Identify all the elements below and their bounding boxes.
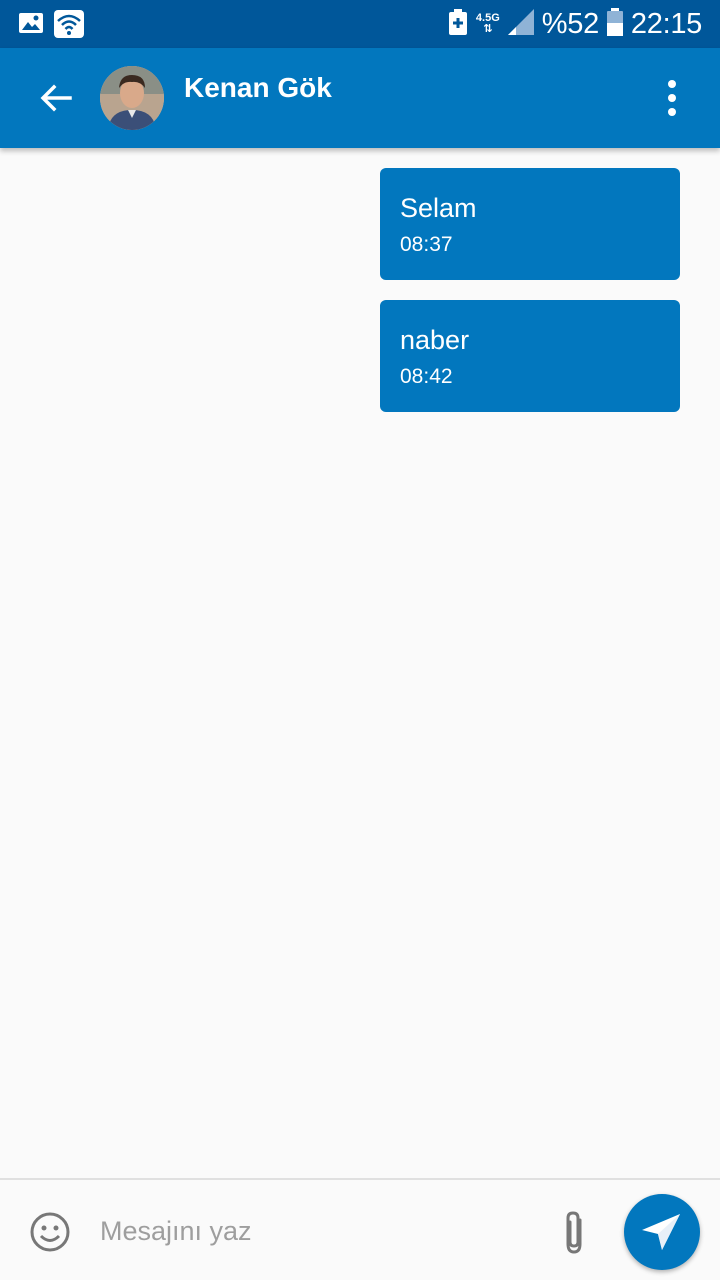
battery-percent: %52 xyxy=(541,7,599,40)
battery-icon xyxy=(606,7,623,41)
emoji-button[interactable] xyxy=(28,1210,72,1254)
emoji-icon xyxy=(28,1212,72,1258)
network-type: 4.5G ⇅ xyxy=(475,12,500,35)
message-composer xyxy=(0,1178,720,1280)
wifi-icon xyxy=(54,10,84,43)
gallery-icon xyxy=(18,10,44,43)
contact-name[interactable]: Kenan Gök xyxy=(184,72,332,104)
message-bubble[interactable]: naber 08:42 xyxy=(380,300,680,412)
status-bar: 4.5G ⇅ %52 22:15 xyxy=(0,0,720,48)
chat-header: Kenan Gök xyxy=(0,48,720,148)
message-text: Selam xyxy=(400,193,477,223)
arrow-left-icon xyxy=(30,84,80,124)
signal-icon xyxy=(507,8,534,40)
message-time: 08:37 xyxy=(400,233,453,256)
message-input[interactable] xyxy=(90,1202,540,1260)
paperclip-icon xyxy=(556,1211,592,1262)
back-button[interactable] xyxy=(30,76,80,120)
avatar[interactable] xyxy=(100,66,164,130)
message-list[interactable]: Selam 08:37 naber 08:42 xyxy=(0,148,720,1178)
battery-saver-icon xyxy=(448,8,468,40)
send-button[interactable] xyxy=(624,1194,700,1270)
send-icon xyxy=(642,1214,680,1250)
attach-button[interactable] xyxy=(556,1208,592,1258)
clock: 22:15 xyxy=(630,7,702,40)
message-text: naber xyxy=(400,325,470,355)
more-vertical-icon xyxy=(652,80,692,122)
message-bubble[interactable]: Selam 08:37 xyxy=(380,168,680,280)
message-time: 08:42 xyxy=(400,365,453,388)
overflow-menu-button[interactable] xyxy=(652,78,692,118)
